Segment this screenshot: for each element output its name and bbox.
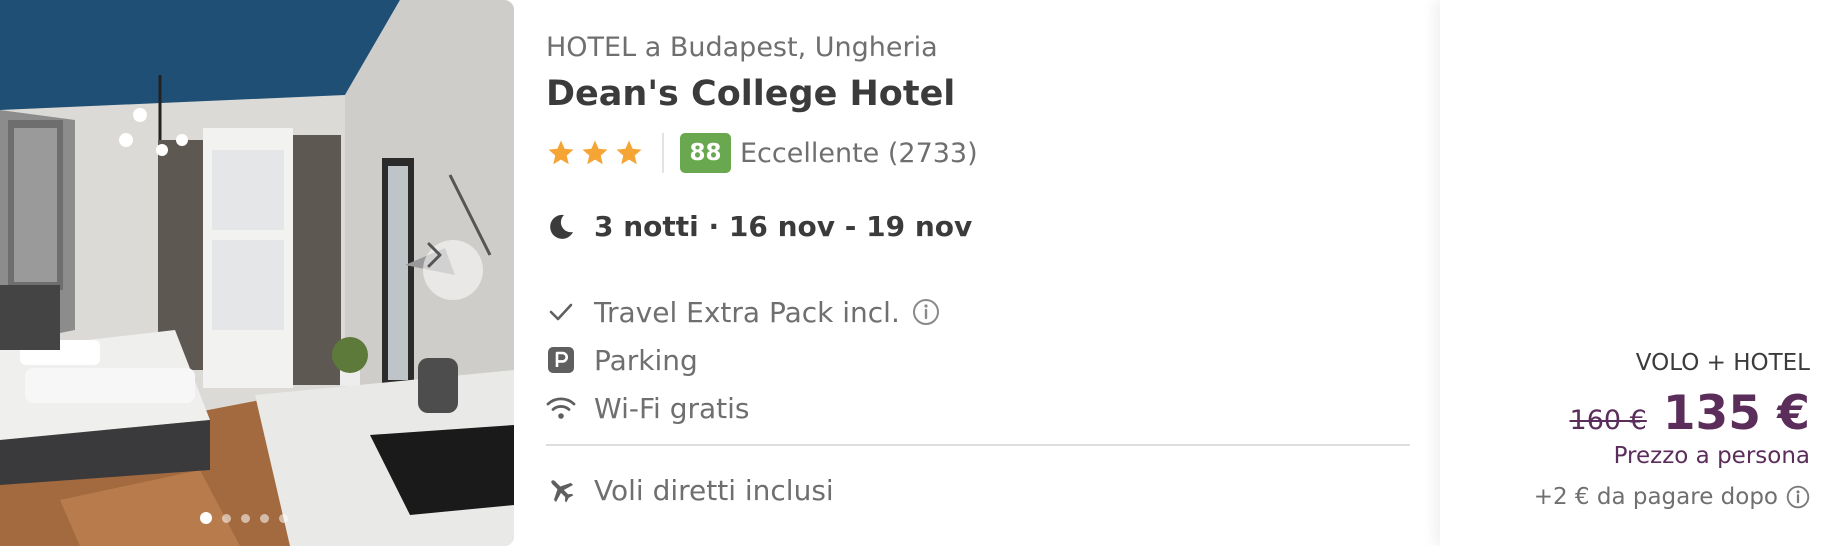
gallery-next-button[interactable] — [423, 240, 483, 300]
price-row: 160 € 135 € — [1570, 386, 1810, 441]
info-icon[interactable] — [1786, 485, 1810, 509]
package-type: VOLO + HOTEL — [1635, 350, 1810, 376]
star-icon — [582, 140, 608, 165]
rating-row: 88 Eccellente (2733) — [546, 132, 978, 174]
feature-travel-extra-pack: Travel Extra Pack incl. — [546, 292, 940, 332]
feature-parking: Parking — [546, 340, 698, 380]
moon-icon — [550, 214, 573, 239]
review-summary[interactable]: Eccellente (2733) — [740, 138, 978, 169]
star-icon — [548, 140, 574, 165]
feature-label: Wi-Fi gratis — [594, 391, 750, 425]
chevron-right-icon — [427, 242, 442, 268]
gallery-dot[interactable] — [279, 513, 288, 523]
hotel-photo-gallery[interactable] — [0, 0, 514, 546]
check-icon — [546, 297, 576, 327]
hotel-offer-card[interactable]: HOTEL a Budapest, Ungheria Dean's Colleg… — [0, 0, 1844, 546]
hotel-name[interactable]: Dean's College Hotel — [546, 74, 955, 114]
price-per-person-label: Prezzo a persona — [1613, 443, 1810, 469]
feature-direct-flights: Voli diretti inclusi — [546, 470, 834, 510]
review-score-badge: 88 — [680, 133, 731, 173]
parking-icon — [546, 345, 576, 375]
price-panel[interactable]: VOLO + HOTEL 160 € 135 € Prezzo a person… — [1440, 0, 1844, 546]
stay-dates-text: 3 notti · 16 nov - 19 nov — [594, 210, 973, 243]
gallery-dot[interactable] — [241, 513, 250, 523]
current-price: 135 € — [1662, 386, 1810, 441]
extra-fee: +2 € da pagare dopo — [1534, 484, 1810, 510]
section-divider — [546, 444, 1410, 446]
old-price: 160 € — [1569, 405, 1647, 436]
star-icon — [616, 140, 642, 165]
feature-label: Travel Extra Pack incl. — [594, 295, 900, 329]
gallery-dot[interactable] — [260, 513, 269, 523]
flights-label: Voli diretti inclusi — [594, 473, 834, 507]
info-icon[interactable] — [912, 298, 940, 326]
airplane-icon — [546, 475, 576, 505]
feature-wifi: Wi-Fi gratis — [546, 388, 750, 428]
hotel-details: HOTEL a Budapest, Ungheria Dean's Colleg… — [546, 0, 1410, 546]
stay-dates: 3 notti · 16 nov - 19 nov — [546, 210, 972, 243]
star-rating — [546, 138, 644, 168]
wifi-icon — [546, 393, 576, 423]
gallery-dot[interactable] — [200, 512, 212, 524]
feature-label: Parking — [594, 343, 698, 377]
gallery-dot[interactable] — [222, 513, 231, 523]
rating-divider — [662, 133, 664, 173]
extra-fee-text: +2 € da pagare dopo — [1533, 484, 1778, 510]
gallery-pagination — [200, 512, 288, 524]
hotel-location: HOTEL a Budapest, Ungheria — [546, 32, 938, 63]
